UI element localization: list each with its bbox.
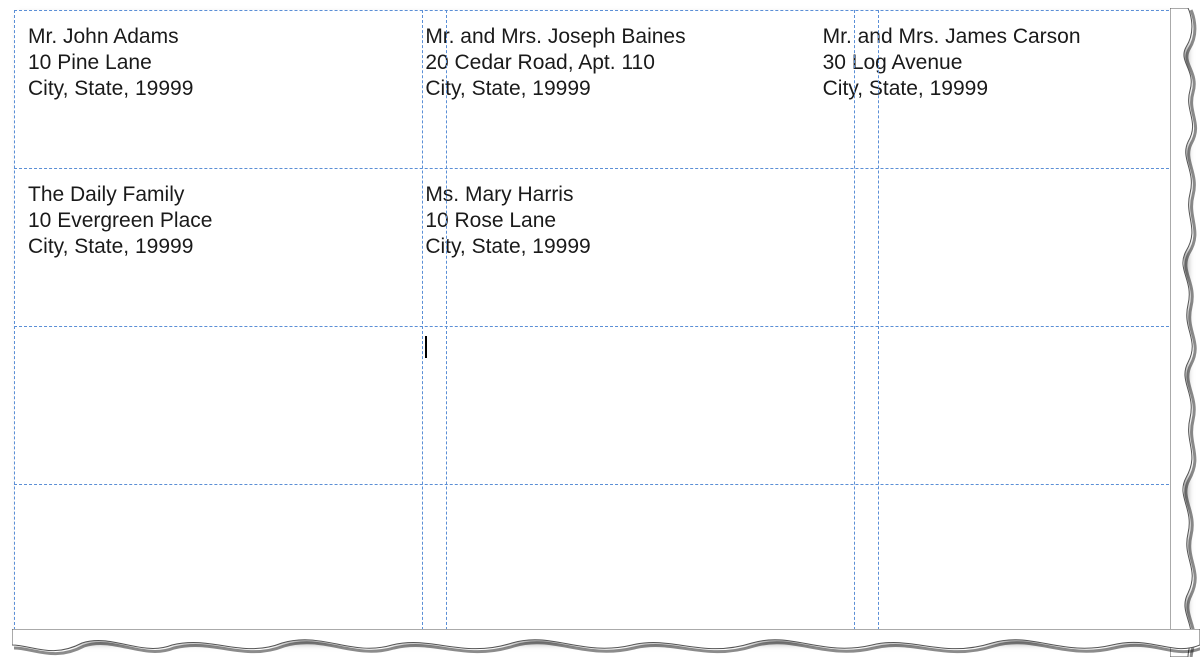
- column-gap: [787, 10, 809, 168]
- address-city: City, State, 19999: [425, 234, 772, 260]
- address-name: The Daily Family: [28, 182, 375, 208]
- label-row: The Daily Family 10 Evergreen Place City…: [14, 168, 1184, 326]
- text-cursor: [425, 336, 427, 358]
- address-city: City, State, 19999: [28, 76, 375, 102]
- address-name: Mr. and Mrs. Joseph Baines: [425, 24, 772, 50]
- label-cell-3-0[interactable]: [14, 484, 389, 642]
- label-row: Mr. John Adams 10 Pine Lane City, State,…: [14, 10, 1184, 168]
- label-cell-3-1[interactable]: [411, 484, 786, 642]
- label-cell-0-2[interactable]: Mr. and Mrs. James Carson 30 Log Avenue …: [809, 10, 1184, 168]
- label-cell-1-1[interactable]: Ms. Mary Harris 10 Rose Lane City, State…: [411, 168, 786, 326]
- label-cell-1-0[interactable]: The Daily Family 10 Evergreen Place City…: [14, 168, 389, 326]
- guide-v1b: [446, 10, 447, 640]
- label-cell-2-0[interactable]: [14, 326, 389, 484]
- address-name: Mr. John Adams: [28, 24, 375, 50]
- page: Mr. John Adams 10 Pine Lane City, State,…: [0, 0, 1200, 667]
- address-street: 30 Log Avenue: [823, 50, 1170, 76]
- guide-left: [14, 10, 15, 640]
- address-city: City, State, 19999: [823, 76, 1170, 102]
- guide-v2a: [854, 10, 855, 640]
- label-cell-0-1[interactable]: Mr. and Mrs. Joseph Baines 20 Cedar Road…: [411, 10, 786, 168]
- guide-h3: [14, 484, 1184, 485]
- guide-h1: [14, 168, 1184, 169]
- column-gap: [389, 484, 411, 642]
- column-gap: [389, 10, 411, 168]
- address-name: Mr. and Mrs. James Carson: [823, 24, 1170, 50]
- address-street: 10 Evergreen Place: [28, 208, 375, 234]
- label-sheet[interactable]: Mr. John Adams 10 Pine Lane City, State,…: [14, 10, 1184, 640]
- column-gap: [389, 326, 411, 484]
- label-row: [14, 484, 1184, 642]
- label-row: [14, 326, 1184, 484]
- column-gap: [787, 326, 809, 484]
- guide-v2b: [878, 10, 879, 640]
- label-cell-2-2[interactable]: [809, 326, 1184, 484]
- address-street: 20 Cedar Road, Apt. 110: [425, 50, 772, 76]
- address-city: City, State, 19999: [425, 76, 772, 102]
- address-street: 10 Pine Lane: [28, 50, 375, 76]
- column-gap: [389, 168, 411, 326]
- label-cell-3-2[interactable]: [809, 484, 1184, 642]
- guide-top: [14, 10, 1184, 11]
- address-city: City, State, 19999: [28, 234, 375, 260]
- address-street: 10 Rose Lane: [425, 208, 772, 234]
- label-cell-2-1[interactable]: [411, 326, 786, 484]
- column-gap: [787, 484, 809, 642]
- label-cell-1-2[interactable]: [809, 168, 1184, 326]
- label-cell-0-0[interactable]: Mr. John Adams 10 Pine Lane City, State,…: [14, 10, 389, 168]
- column-gap: [787, 168, 809, 326]
- address-name: Ms. Mary Harris: [425, 182, 772, 208]
- guide-v1a: [422, 10, 423, 640]
